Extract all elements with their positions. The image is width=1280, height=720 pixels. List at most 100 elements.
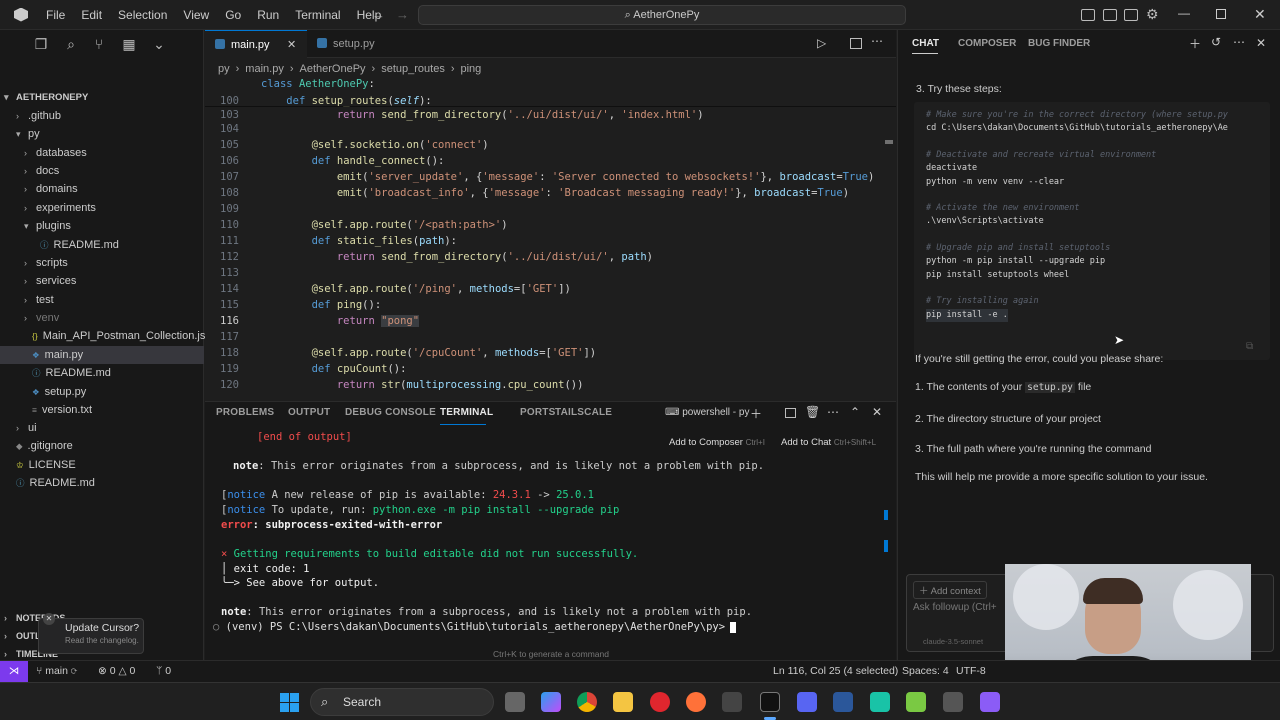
breadcrumb-item[interactable]: main.py bbox=[245, 63, 284, 75]
app-icon[interactable] bbox=[980, 692, 1000, 712]
app-icon[interactable] bbox=[906, 692, 926, 712]
tree-file[interactable]: ⓘ README.md bbox=[0, 236, 204, 254]
files-icon[interactable]: ❐ bbox=[32, 36, 50, 54]
tree-folder[interactable]: › .github bbox=[0, 107, 204, 125]
tree-file[interactable]: ◆ .gitignore bbox=[0, 437, 204, 455]
add-to-chat-button[interactable]: Add to Chat Ctrl+Shift+L bbox=[781, 437, 876, 448]
windows-start-icon[interactable] bbox=[280, 693, 299, 712]
code-line[interactable]: 113 bbox=[205, 265, 896, 281]
tree-file[interactable]: ♔ LICENSE bbox=[0, 456, 204, 474]
menu-selection[interactable]: Selection bbox=[110, 0, 175, 30]
remote-indicator[interactable]: ⋊ bbox=[0, 661, 28, 683]
breadcrumb-item[interactable]: ping bbox=[461, 63, 482, 75]
copilot-icon[interactable] bbox=[541, 692, 561, 712]
restore-button[interactable] bbox=[1216, 9, 1226, 19]
code-line[interactable]: 111 def static_files(path): bbox=[205, 233, 896, 249]
run-icon[interactable]: ▷ bbox=[817, 36, 826, 50]
extensions-icon[interactable]: ▦ bbox=[120, 36, 138, 54]
menu-file[interactable]: File bbox=[38, 0, 73, 30]
problems-indicator[interactable]: ⊗ 0 △ 0 bbox=[98, 665, 135, 677]
branch-indicator[interactable]: ⑂ main ⟳ bbox=[36, 665, 77, 677]
cursor-app-icon[interactable] bbox=[760, 692, 780, 712]
history-icon[interactable]: ↺ bbox=[1211, 35, 1221, 49]
menu-go[interactable]: Go bbox=[217, 0, 249, 30]
cursor-position[interactable]: Ln 116, Col 25 (4 selected) bbox=[773, 665, 898, 677]
add-context-button[interactable]: ＋ Add context bbox=[913, 581, 987, 599]
tab-main-py[interactable]: main.py ✕ bbox=[205, 30, 307, 58]
more-actions-icon[interactable]: ⋯ bbox=[1233, 35, 1245, 49]
code-line[interactable]: class AetherOnePy: bbox=[205, 76, 896, 92]
new-terminal-icon[interactable]: ＋ bbox=[750, 405, 762, 422]
tree-folder[interactable]: › domains bbox=[0, 180, 204, 198]
code-line[interactable]: 118 @self.app.route('/cpuCount', methods… bbox=[205, 345, 896, 361]
firefox-icon[interactable] bbox=[686, 692, 706, 712]
code-line[interactable]: 120 return str(multiprocessing.cpu_count… bbox=[205, 377, 896, 393]
update-notification[interactable]: Update Cursor? Read the changelog. ✕ bbox=[38, 613, 144, 654]
breadcrumb-item[interactable]: AetherOnePy bbox=[300, 63, 366, 75]
explorer-root[interactable]: ▾ AETHERONEPY bbox=[0, 88, 204, 106]
code-line[interactable]: 107 emit('server_update', {'message': 'S… bbox=[205, 169, 896, 185]
code-line[interactable]: 104 bbox=[205, 121, 896, 137]
tree-folder[interactable]: ▾ plugins bbox=[0, 217, 204, 235]
code-line[interactable]: 119 def cpuCount(): bbox=[205, 361, 896, 377]
code-line[interactable]: 110 @self.app.route('/<path:path>') bbox=[205, 217, 896, 233]
ports-indicator[interactable]: ᛘ 0 bbox=[156, 665, 171, 677]
tab-debug-console[interactable]: DEBUG CONSOLE bbox=[345, 407, 436, 418]
code-line[interactable]: 106 def handle_connect(): bbox=[205, 153, 896, 169]
tab-setup-py[interactable]: setup.py bbox=[307, 30, 397, 58]
tab-tailscale[interactable]: TAILSCALE bbox=[555, 407, 612, 418]
tree-folder[interactable]: › docs bbox=[0, 162, 204, 180]
split-editor-icon[interactable] bbox=[850, 38, 862, 49]
toggle-panel-icon[interactable] bbox=[1103, 9, 1117, 21]
code-line[interactable]: 115 def ping(): bbox=[205, 297, 896, 313]
chevron-down-icon[interactable]: ⌄ bbox=[150, 36, 168, 54]
tree-folder[interactable]: ▾ py bbox=[0, 125, 204, 143]
gear-icon[interactable]: ⚙ bbox=[1146, 6, 1159, 23]
split-terminal-icon[interactable] bbox=[785, 408, 796, 418]
tree-folder[interactable]: › experiments bbox=[0, 199, 204, 217]
source-control-icon[interactable]: ⑂ bbox=[90, 36, 108, 54]
code-line[interactable]: 114 @self.app.route('/ping', methods=['G… bbox=[205, 281, 896, 297]
encoding[interactable]: UTF-8 bbox=[956, 665, 986, 677]
close-window-button[interactable]: ✕ bbox=[1254, 6, 1266, 23]
toggle-secondary-sidebar-icon[interactable] bbox=[1124, 9, 1138, 21]
code-line[interactable]: 109 bbox=[205, 201, 896, 217]
terminal-app-icon[interactable] bbox=[722, 692, 742, 712]
tab-output[interactable]: OUTPUT bbox=[288, 407, 330, 418]
more-actions-icon[interactable]: ⋯ bbox=[871, 34, 883, 48]
tab-composer[interactable]: COMPOSER bbox=[958, 38, 1016, 49]
chrome-icon[interactable] bbox=[577, 692, 597, 712]
forward-arrow-icon[interactable]: → bbox=[396, 7, 409, 22]
more-actions-icon[interactable]: ⋯ bbox=[827, 405, 839, 419]
code-line[interactable]: 112 return send_from_directory('../ui/di… bbox=[205, 249, 896, 265]
trash-icon[interactable]: 🗑 bbox=[805, 405, 820, 419]
new-chat-icon[interactable]: ＋ bbox=[1189, 35, 1201, 52]
tree-folder[interactable]: › services bbox=[0, 272, 204, 290]
tab-problems[interactable]: PROBLEMS bbox=[216, 407, 274, 418]
shell-selector[interactable]: ⌨ powershell - py bbox=[665, 407, 749, 418]
close-icon[interactable]: ✕ bbox=[287, 31, 296, 59]
tree-folder[interactable]: › test bbox=[0, 291, 204, 309]
tree-file[interactable]: {} Main_API_Postman_Collection.json bbox=[0, 327, 218, 345]
tree-file[interactable]: ❖ setup.py bbox=[0, 383, 204, 401]
minimize-button[interactable]: — bbox=[1178, 6, 1190, 20]
menu-terminal[interactable]: Terminal bbox=[287, 0, 348, 30]
discord-icon[interactable] bbox=[797, 692, 817, 712]
tree-folder[interactable]: › venv bbox=[0, 309, 204, 327]
code-line[interactable]: 108 emit('broadcast_info', {'message': '… bbox=[205, 185, 896, 201]
close-icon[interactable]: ✕ bbox=[1256, 36, 1266, 50]
breadcrumb-item[interactable]: py bbox=[218, 63, 230, 75]
tree-folder[interactable]: › databases bbox=[0, 144, 204, 162]
model-selector[interactable]: claude-3.5-sonnet bbox=[923, 637, 983, 646]
app-icon[interactable] bbox=[870, 692, 890, 712]
command-center-search[interactable]: ⌕ AetherOnePy bbox=[418, 5, 906, 25]
menu-edit[interactable]: Edit bbox=[73, 0, 110, 30]
tree-file[interactable]: ⓘ README.md bbox=[0, 474, 204, 492]
code-line[interactable]: 116 return "pong" bbox=[205, 313, 896, 329]
tree-file[interactable]: ⓘ README.md bbox=[0, 364, 204, 382]
menu-run[interactable]: Run bbox=[249, 0, 287, 30]
opera-icon[interactable] bbox=[650, 692, 670, 712]
tree-folder[interactable]: › ui bbox=[0, 419, 204, 437]
back-arrow-icon[interactable]: ← bbox=[372, 7, 385, 22]
tab-chat[interactable]: CHAT bbox=[912, 38, 939, 49]
